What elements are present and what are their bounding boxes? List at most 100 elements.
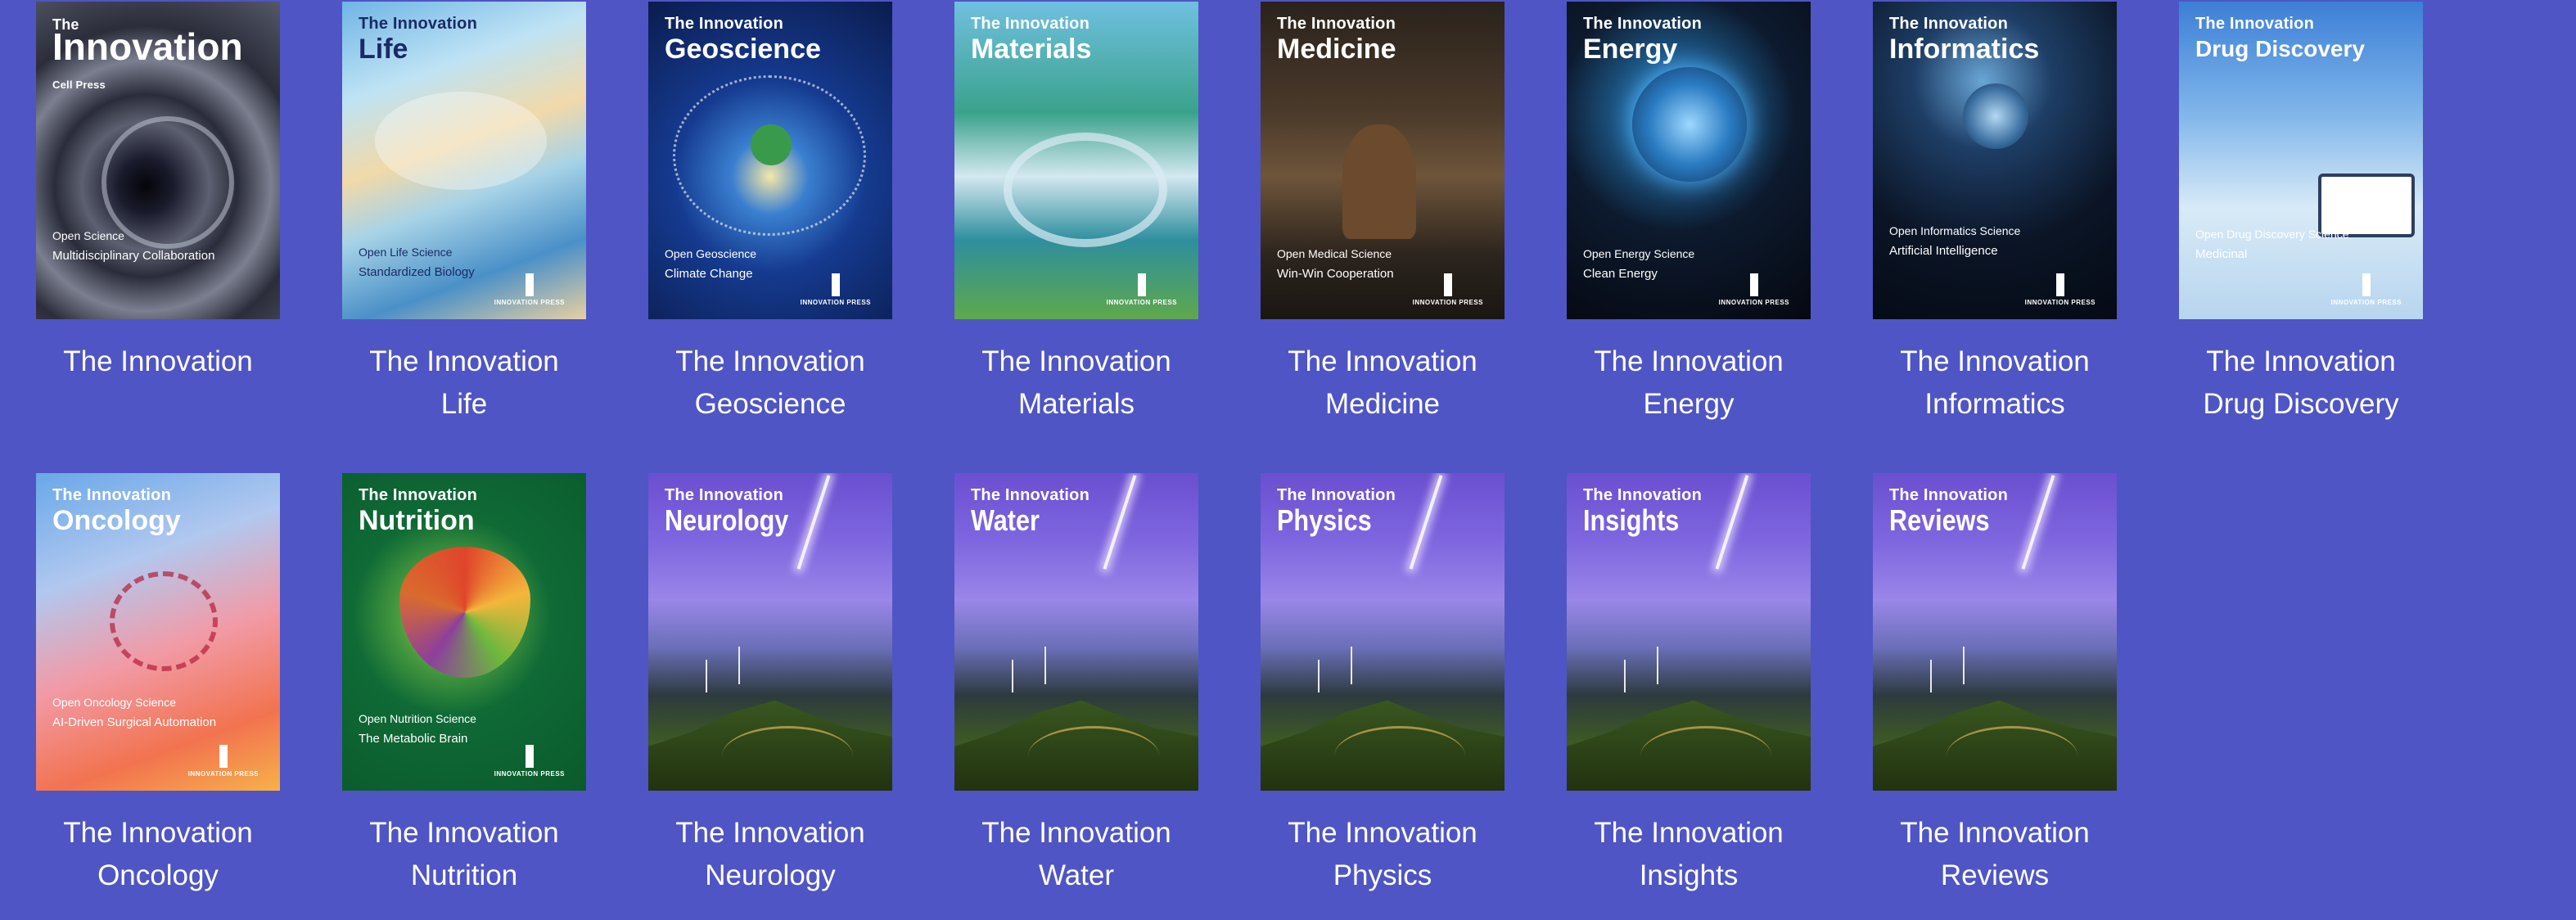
journal-label-line: The Innovation [1288, 345, 1477, 377]
cover-image[interactable]: The Innovation Geoscience Open Geoscienc… [648, 2, 892, 319]
journal-card-geoscience[interactable]: The Innovation Geoscience Open Geoscienc… [648, 2, 892, 449]
journal-card-medicine[interactable]: The Innovation Medicine Open Medical Sci… [1261, 2, 1505, 449]
cover-image[interactable]: The Innovation Reviews [1873, 473, 2117, 791]
cover-journal-name: Geoscience [665, 34, 821, 65]
journal-label-line: Insights [1639, 859, 1739, 891]
journal-label-line: Water [1038, 859, 1115, 891]
earth-icon [751, 124, 792, 165]
journal-label-line: Oncology [97, 859, 219, 891]
journal-card-reviews[interactable]: The Innovation Reviews The Innovation Re… [1873, 473, 2117, 920]
journal-label-line: The Innovation [1594, 817, 1784, 849]
cover-image[interactable]: The Innovation Materials INNOVATION PRES… [954, 2, 1198, 319]
cover-image[interactable]: The Innovation Medicine Open Medical Sci… [1261, 2, 1505, 319]
cover-taglines: Open Oncology Science AI-Driven Surgical… [52, 696, 231, 729]
winding-road [1334, 726, 1465, 786]
wind-turbine-icon [1657, 647, 1658, 684]
journal-label-line: The Innovation [981, 345, 1171, 377]
wind-turbine-icon [1318, 660, 1320, 692]
cover-journal-name: Neurology [665, 503, 789, 537]
cover-taglines: Open Informatics Science Artificial Inte… [1889, 224, 2068, 258]
journal-card-life[interactable]: The Innovation Life Open Life Science St… [342, 2, 586, 449]
journal-label[interactable]: The Innovation Physics [1261, 812, 1505, 897]
cover-image[interactable]: The Innovation Informatics Open Informat… [1873, 2, 2117, 319]
journal-label[interactable]: The Innovation Neurology [648, 812, 892, 897]
journal-label[interactable]: The Innovation Materials [954, 340, 1198, 426]
cover-image[interactable]: The Innovation Insights [1567, 473, 1811, 791]
journal-card-informatics[interactable]: The Innovation Informatics Open Informat… [1873, 2, 2117, 449]
cover-image[interactable]: The Innovation Energy Open Energy Scienc… [1567, 2, 1811, 319]
spiral-stair-icon [1963, 83, 2028, 149]
wind-turbine-icon [1930, 660, 1932, 692]
dna-helix-icon [110, 571, 218, 671]
journal-label-line: Medicine [1324, 388, 1441, 420]
journal-label[interactable]: The Innovation Water [954, 812, 1198, 897]
cover-series-title: The Innovation [1889, 15, 2009, 33]
journal-label[interactable]: The Innovation Energy [1567, 340, 1811, 426]
publisher-mark: INNOVATION PRESS [1413, 273, 1483, 306]
cover-journal-name: Water [971, 503, 1040, 537]
journal-label-line: The Innovation [63, 345, 253, 377]
cover-tagline: Multidisciplinary Collaboration [52, 249, 215, 263]
wind-turbine-icon [1351, 647, 1352, 684]
publisher-mark: INNOVATION PRESS [2025, 273, 2096, 306]
cover-image[interactable]: The Innovation Cell Press Open Science M… [36, 2, 280, 319]
journal-label-line: The Innovation [1288, 817, 1477, 849]
cover-image[interactable]: The Innovation Water [954, 473, 1198, 791]
cover-tagline: Open Nutrition Science [359, 712, 476, 725]
winding-road [1028, 726, 1159, 786]
journal-label[interactable]: The Innovation Oncology [36, 812, 280, 897]
cover-series-title: The Innovation [665, 486, 784, 504]
journal-card-water[interactable]: The Innovation Water The Innovation Wate… [954, 473, 1198, 920]
journal-card-oncology[interactable]: The Innovation Oncology Open Oncology Sc… [36, 473, 280, 920]
journal-label[interactable]: The Innovation Informatics [1873, 340, 2117, 426]
journal-card-neurology[interactable]: The Innovation Neurology The Innovation … [648, 473, 892, 920]
journal-label-line: The Innovation [2206, 345, 2396, 377]
journal-label[interactable]: The Innovation Insights [1567, 812, 1811, 897]
cover-journal-name: Innovation [52, 25, 243, 68]
cover-series-title: The Innovation [971, 486, 1090, 504]
journal-label[interactable]: The Innovation Life [342, 340, 586, 426]
cover-tagline: Open Energy Science [1583, 247, 1695, 260]
journal-label[interactable]: The Innovation Nutrition [342, 812, 586, 897]
cover-image[interactable]: The Innovation Nutrition Open Nutrition … [342, 473, 586, 791]
journal-label-line: The Innovation [63, 817, 253, 849]
journal-card-physics[interactable]: The Innovation Physics The Innovation Ph… [1261, 473, 1505, 920]
publisher-mark: INNOVATION PRESS [1107, 273, 1177, 306]
journal-card-innovation[interactable]: The Innovation Cell Press Open Science M… [36, 2, 280, 449]
cover-image[interactable]: The Innovation Drug Discovery Open Drug … [2179, 2, 2423, 319]
cover-journal-name: Energy [1583, 34, 1678, 65]
publisher-mark: INNOVATION PRESS [494, 745, 565, 778]
journal-card-nutrition[interactable]: The Innovation Nutrition Open Nutrition … [342, 473, 586, 920]
journal-label[interactable]: The Innovation Medicine [1261, 340, 1505, 426]
journal-card-energy[interactable]: The Innovation Energy Open Energy Scienc… [1567, 2, 1811, 449]
journal-label[interactable]: The Innovation Drug Discovery [2179, 340, 2423, 426]
journal-label[interactable]: The Innovation Geoscience [648, 340, 892, 426]
cover-image[interactable]: The Innovation Oncology Open Oncology Sc… [36, 473, 280, 791]
beach-scene-icon [375, 92, 547, 190]
journal-label[interactable]: The Innovation Reviews [1873, 812, 2117, 897]
cover-image[interactable]: The Innovation Physics [1261, 473, 1505, 791]
lightning-landscape-icon [1409, 475, 1443, 570]
journal-grid: The Innovation Cell Press Open Science M… [36, 2, 2475, 920]
cellpress-logo: Cell Press [52, 79, 106, 91]
wind-turbine-icon [1963, 647, 1965, 684]
cover-journal-name: Informatics [1889, 34, 2040, 65]
journal-label[interactable]: The Innovation [36, 340, 280, 383]
cover-tagline: AI-Driven Surgical Automation [52, 715, 217, 729]
journal-card-insights[interactable]: The Innovation Insights The Innovation I… [1567, 473, 1811, 920]
cover-tagline: Medicinal [2195, 247, 2248, 261]
cover-image[interactable]: The Innovation Life Open Life Science St… [342, 2, 586, 319]
journal-label-line: The Innovation [675, 817, 865, 849]
cover-series-title: The Innovation [971, 15, 1090, 33]
lightning-landscape-icon [2021, 475, 2055, 570]
cover-series-title: The Innovation [1889, 486, 2009, 504]
cover-series-title: The Innovation [1277, 486, 1396, 504]
cover-journal-name: Drug Discovery [2195, 36, 2365, 61]
cover-series-title: The Innovation [1583, 486, 1703, 504]
journal-card-materials[interactable]: The Innovation Materials INNOVATION PRES… [954, 2, 1198, 449]
journal-label-line: The Innovation [369, 817, 559, 849]
journal-card-drug-discovery[interactable]: The Innovation Drug Discovery Open Drug … [2179, 2, 2423, 449]
cover-image[interactable]: The Innovation Neurology [648, 473, 892, 791]
journal-label-line: Physics [1333, 859, 1432, 891]
journal-label-line: The Innovation [369, 345, 559, 377]
